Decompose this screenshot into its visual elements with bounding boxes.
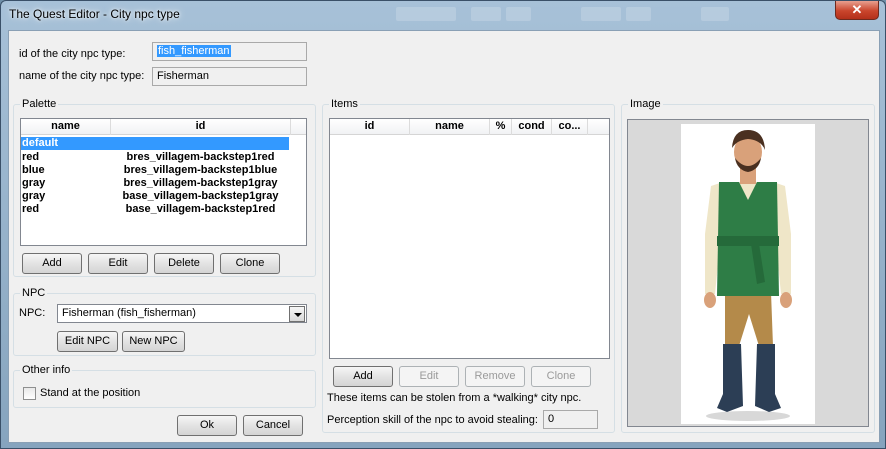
image-group-title: Image xyxy=(628,98,663,110)
items-list-header: id name % cond co... xyxy=(330,119,609,135)
items-clone-button[interactable]: Clone xyxy=(531,366,591,387)
palette-row[interactable]: gray base_villagem-backstep1gray xyxy=(21,190,306,203)
palette-row[interactable]: blue bres_villagem-backstep1blue xyxy=(21,164,306,177)
window-title: The Quest Editor - City npc type xyxy=(9,7,180,21)
dialog-client-area: id of the city npc type: fish_fisherman … xyxy=(8,30,880,443)
items-column-more[interactable]: co... xyxy=(552,119,588,135)
other-info-group-title: Other info xyxy=(20,364,73,376)
palette-column-id[interactable]: id xyxy=(111,119,291,135)
cancel-button[interactable]: Cancel xyxy=(243,415,303,436)
close-icon: ✕ xyxy=(851,2,863,17)
npc-select-value: Fisherman (fish_fisherman) xyxy=(62,307,196,319)
name-field[interactable]: Fisherman xyxy=(152,67,307,86)
background-decoration xyxy=(701,7,729,21)
name-field-value: Fisherman xyxy=(157,70,209,82)
palette-clone-button[interactable]: Clone xyxy=(220,253,280,274)
perception-field[interactable]: 0 xyxy=(543,410,598,429)
id-label: id of the city npc type: xyxy=(19,48,126,60)
palette-delete-button[interactable]: Delete xyxy=(154,253,214,274)
npc-group: NPC NPC: Fisherman (fish_fisherman) Edit… xyxy=(13,287,316,356)
edit-npc-button[interactable]: Edit NPC xyxy=(57,331,118,352)
items-add-button[interactable]: Add xyxy=(333,366,393,387)
items-group: Items id name % cond co... Add Edit Remo… xyxy=(322,98,615,433)
items-list[interactable]: id name % cond co... xyxy=(329,118,610,359)
items-steal-note: These items can be stolen from a *walkin… xyxy=(327,392,582,404)
items-column-percent[interactable]: % xyxy=(490,119,512,135)
stand-at-position-label[interactable]: Stand at the position xyxy=(40,387,140,399)
fisherman-portrait-icon xyxy=(704,130,792,421)
title-bar[interactable]: The Quest Editor - City npc type ✕ xyxy=(1,1,885,27)
perception-label: Perception skill of the npc to avoid ste… xyxy=(327,414,538,426)
palette-column-name[interactable]: name xyxy=(21,119,111,135)
perception-field-value: 0 xyxy=(548,413,555,425)
ok-button[interactable]: Ok xyxy=(177,415,237,436)
items-edit-button[interactable]: Edit xyxy=(399,366,459,387)
close-button[interactable]: ✕ xyxy=(835,1,879,20)
items-column-id[interactable]: id xyxy=(330,119,410,135)
npc-label: NPC: xyxy=(19,307,46,319)
palette-row[interactable]: red base_villagem-backstep1red xyxy=(21,203,306,216)
background-decoration xyxy=(626,7,651,21)
palette-list-header: name id xyxy=(21,119,306,135)
npc-image xyxy=(681,124,815,424)
items-column-cond[interactable]: cond xyxy=(512,119,552,135)
palette-list[interactable]: name id default red bres_villagem-backst… xyxy=(20,118,307,246)
palette-row[interactable]: default xyxy=(21,137,289,150)
items-group-title: Items xyxy=(329,98,360,110)
npc-select[interactable]: Fisherman (fish_fisherman) xyxy=(57,304,307,323)
palette-row[interactable]: red bres_villagem-backstep1red xyxy=(21,151,306,164)
items-remove-button[interactable]: Remove xyxy=(465,366,525,387)
npc-group-title: NPC xyxy=(20,287,48,299)
background-decoration xyxy=(581,7,621,21)
chevron-down-icon[interactable] xyxy=(289,306,305,322)
palette-group: Palette name id default red bres_village… xyxy=(13,98,316,277)
items-column-name[interactable]: name xyxy=(410,119,490,135)
image-group: Image xyxy=(621,98,875,433)
palette-add-button[interactable]: Add xyxy=(22,253,82,274)
image-frame xyxy=(627,119,869,427)
quest-editor-window: The Quest Editor - City npc type ✕ id of… xyxy=(0,0,886,449)
name-label: name of the city npc type: xyxy=(19,70,145,82)
palette-group-title: Palette xyxy=(20,98,59,110)
id-field-value: fish_fisherman xyxy=(157,45,231,57)
background-decoration xyxy=(471,7,501,21)
palette-edit-button[interactable]: Edit xyxy=(88,253,148,274)
background-decoration xyxy=(506,7,531,21)
stand-at-position-checkbox[interactable] xyxy=(23,387,36,400)
palette-row[interactable]: gray bres_villagem-backstep1gray xyxy=(21,177,306,190)
background-decoration xyxy=(396,7,456,21)
new-npc-button[interactable]: New NPC xyxy=(122,331,185,352)
other-info-group: Other info Stand at the position xyxy=(13,364,316,408)
id-field[interactable]: fish_fisherman xyxy=(152,42,307,61)
